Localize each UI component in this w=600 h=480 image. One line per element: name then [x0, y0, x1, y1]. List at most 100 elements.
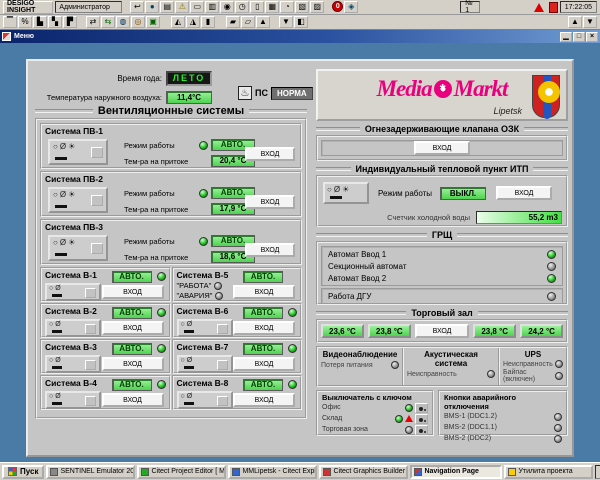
start-button[interactable]: Пуск — [2, 465, 44, 479]
lock-icon[interactable]: ▣ — [146, 16, 160, 28]
mode-icons-panel[interactable]: ○Ø — [177, 391, 233, 409]
search-icon[interactable]: ◉ — [220, 1, 234, 13]
key-icon[interactable] — [415, 403, 428, 413]
key-icon[interactable] — [415, 425, 428, 435]
swap-icon[interactable]: ⇆ — [101, 16, 115, 28]
copy-icon[interactable]: ◭ — [171, 16, 185, 28]
damper-bar-icon — [52, 294, 62, 297]
dgu-row: Работа ДГУ — [328, 290, 556, 302]
system-title: Система В-4 — [45, 378, 97, 388]
enter-button[interactable]: ВХОД — [233, 393, 295, 407]
hall-enter-button[interactable]: ВХОД — [415, 324, 470, 338]
alarm-count-badge[interactable]: 0 — [332, 1, 343, 12]
enter-button[interactable]: ВХОД — [102, 357, 164, 371]
pages-icon[interactable]: ▚ — [48, 16, 62, 28]
ozk-enter-button[interactable]: ВХОД — [414, 141, 470, 155]
object-viewer-icon[interactable]: ▭ — [190, 1, 204, 13]
key-switch-row: Офис — [322, 402, 428, 413]
mode-icons-panel[interactable]: ○Ø☀ — [48, 235, 108, 261]
maximize-button[interactable]: □ — [573, 32, 585, 42]
mode-icons-panel[interactable]: ○Ø — [45, 391, 101, 409]
minimize-button[interactable]: ▁ — [560, 32, 572, 42]
taskbar-item-project-utility[interactable]: Утилита проекта — [504, 465, 593, 479]
window-titlebar[interactable]: Меню ▁ □ × — [0, 30, 600, 43]
time-scheduler-icon[interactable]: ◷ — [235, 1, 249, 13]
system-title: Система В-5 — [177, 270, 229, 280]
ventilation-title-text: Вентиляционные системы — [98, 105, 244, 117]
mode-icons-panel[interactable]: ○Ø☀ — [48, 139, 108, 165]
taskbar-item-graphics-builder[interactable]: Citect Graphics Builder - ... — [319, 465, 408, 479]
alarm-square-icon[interactable] — [549, 2, 558, 13]
hall-title-text: Торговый зал — [411, 308, 472, 318]
key-icon[interactable] — [415, 414, 428, 424]
itp-mode-icons-panel[interactable]: ○Ø☀ — [323, 182, 369, 204]
plant-viewer-icon[interactable]: ▤ — [160, 1, 174, 13]
split-icon[interactable]: ◧ — [294, 16, 308, 28]
enter-button[interactable]: ВХОД — [245, 195, 295, 209]
user-field[interactable]: Администратор — [55, 1, 122, 13]
enter-button[interactable]: ВХОД — [102, 321, 164, 335]
desigo-brand-button[interactable]: DESIGO INSIGHT — [3, 1, 53, 14]
refresh-icon[interactable]: ⇄ — [86, 16, 100, 28]
season-value-display: ЛЕТО — [166, 71, 212, 86]
enter-button[interactable]: ВХОД — [233, 285, 295, 299]
taskbar-item-citect-explorer[interactable]: MMLipetsk - Citect Explorer — [228, 465, 317, 479]
mode-icons-panel[interactable]: ○Ø — [45, 283, 101, 301]
taskbar-item-navigation-page[interactable]: Navigation Page — [410, 465, 502, 479]
scroll-up-icon[interactable]: ▲ — [568, 16, 582, 28]
zoom-icon[interactable]: % — [18, 16, 32, 28]
print-icon[interactable]: ▔ — [3, 16, 17, 28]
enter-button[interactable]: ВХОД — [233, 357, 295, 371]
analysis-icon[interactable]: ◔ — [280, 1, 294, 13]
ups-title: UPS — [503, 350, 563, 359]
paste-icon[interactable]: ◮ — [186, 16, 200, 28]
close-button[interactable]: × — [586, 32, 598, 42]
grid-icon[interactable]: ▛ — [63, 16, 77, 28]
mode-icons-panel[interactable]: ○Ø — [45, 319, 101, 337]
back-icon[interactable]: ↩ — [130, 1, 144, 13]
toolbar1-icons: ↩ ● ▤ ⚠ ▭ ▥ ◉ ◷ ▯ ▦ ◔ ▧ ▨ — [130, 1, 324, 13]
enter-button[interactable]: ВХОД — [102, 393, 164, 407]
windows-flag-icon — [8, 467, 17, 476]
system-pv3-block: Система ПВ-3 ○Ø☀ Режим работыАВТО. Тем-р… — [40, 219, 302, 265]
enter-button[interactable]: ВХОД — [102, 285, 164, 299]
user-alarm-icon[interactable]: ● — [145, 1, 159, 13]
layers-icon[interactable]: ▙ — [33, 16, 47, 28]
taskbar-item-sentinel[interactable]: SENTINEL Emulator 2007 — [46, 465, 135, 479]
mode-icons-panel[interactable]: ○Ø — [177, 355, 233, 373]
enter-button[interactable]: ВХОД — [245, 147, 295, 161]
record-icon[interactable]: ◎ — [131, 16, 145, 28]
frame-icon[interactable]: ▱ — [241, 16, 255, 28]
target-icon[interactable]: ◍ — [116, 16, 130, 28]
archive-icon[interactable]: ▨ — [310, 1, 324, 13]
trend-viewer-icon[interactable]: ▥ — [205, 1, 219, 13]
right-column: Media * Markt Lipetsk Огнезадерживающие … — [316, 69, 568, 436]
report-viewer-icon[interactable]: ▯ — [250, 1, 264, 13]
taskbar-item-project-editor[interactable]: Citect Project Editor [ M... — [137, 465, 226, 479]
task-label: Navigation Page — [424, 468, 478, 475]
fill-icon[interactable]: ▰ — [226, 16, 240, 28]
bar-icon[interactable]: ▮ — [201, 16, 215, 28]
scroll-down-icon[interactable]: ▼ — [583, 16, 597, 28]
mode-icons-panel[interactable]: ○Ø — [177, 319, 233, 337]
breaker-led — [547, 262, 556, 271]
enter-button[interactable]: ВХОД — [245, 243, 295, 257]
fan-icon: ☀ — [342, 185, 349, 194]
alarm-triangle-icon[interactable] — [534, 3, 544, 12]
itp-enter-button[interactable]: ВХОД — [496, 186, 552, 200]
enter-button[interactable]: ВХОД — [233, 321, 295, 335]
group-icon[interactable]: ▼ — [279, 16, 293, 28]
globe-icon[interactable]: ◈ — [344, 1, 358, 13]
emergency-label: BMS-2 (DDC1.1) — [444, 424, 552, 431]
system-v4-block: Система В-4 АВТО. ○Ø ВХОД — [40, 375, 171, 410]
log-viewer-icon[interactable]: ▧ — [295, 1, 309, 13]
fire-system-label: ПС — [255, 88, 268, 98]
alarm-viewer-icon[interactable]: ⚠ — [175, 1, 189, 13]
calendar-icon[interactable]: ▦ — [265, 1, 279, 13]
mode-icons-panel[interactable]: ○Ø☀ — [48, 187, 108, 213]
mode-icons-panel[interactable]: ○Ø — [45, 355, 101, 373]
secondary-toolbar: ▔ % ▙ ▚ ▛ ⇄ ⇆ ◍ ◎ ▣ ◭ ◮ ▮ ▰ ▱ ▲ ▼ ◧ ▲ ▼ — [0, 15, 600, 30]
supply-temp-label: Тем-ра на притоке — [124, 157, 196, 166]
align-icon[interactable]: ▲ — [256, 16, 270, 28]
key-switch-led — [395, 415, 403, 423]
